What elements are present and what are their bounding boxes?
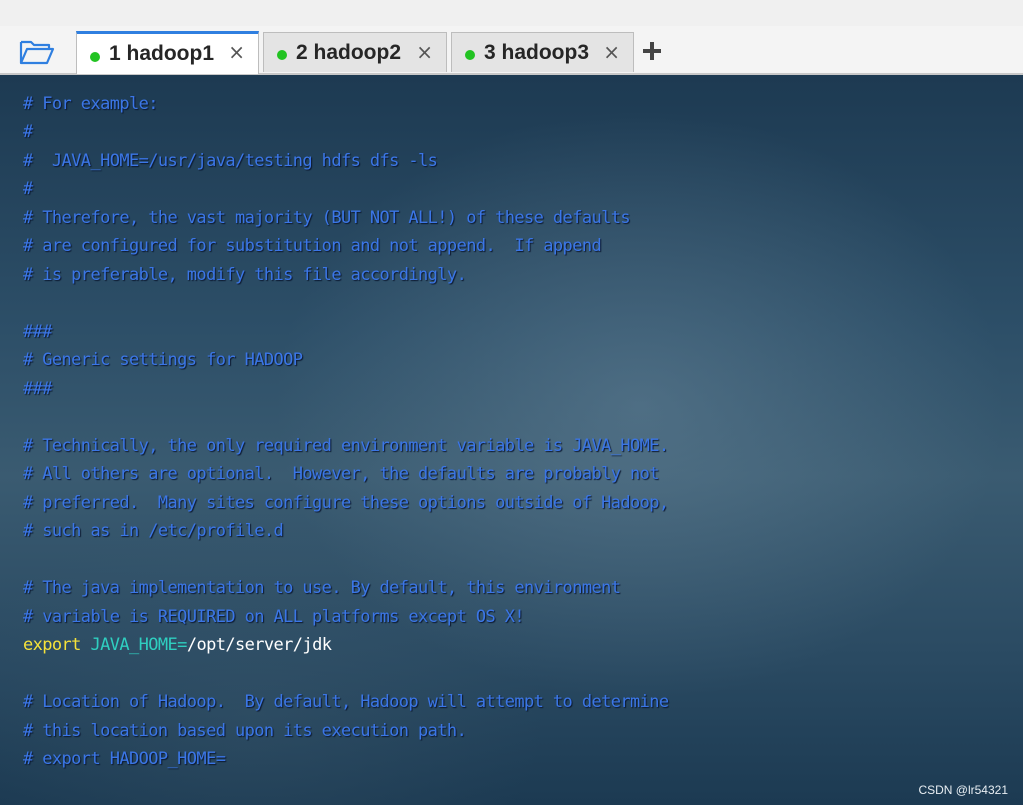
connected-status-icon xyxy=(277,50,287,60)
terminal-line: # such as in /etc/profile.d xyxy=(23,521,284,541)
tab-label: 2 hadoop2 xyxy=(296,40,402,64)
terminal-line: # export HADOOP_HOME= xyxy=(23,749,226,769)
watermark: CSDN @lr54321 xyxy=(918,783,1008,797)
close-icon[interactable]: × xyxy=(416,42,433,62)
tab-label: 1 hadoop1 xyxy=(109,42,215,65)
export-keyword: export xyxy=(23,635,81,655)
plus-icon[interactable] xyxy=(641,40,663,62)
export-java-home-line: export JAVA_HOME=/opt/server/jdk xyxy=(23,631,332,659)
session-tab-bar: 1 hadoop1 × 2 hadoop2 × 3 hadoop3 × xyxy=(0,26,1023,75)
terminal-line: # Location of Hadoop. By default, Hadoop… xyxy=(23,692,669,712)
terminal-line: # xyxy=(23,179,33,199)
close-icon[interactable]: × xyxy=(603,42,620,62)
terminal-line: # xyxy=(23,122,33,142)
terminal-line: # Generic settings for HADOOP xyxy=(23,350,303,370)
terminal-output[interactable]: # For example: # # JAVA_HOME=/usr/java/t… xyxy=(0,75,1023,805)
terminal-line: # Therefore, the vast majority (BUT NOT … xyxy=(23,208,631,228)
tab-hadoop3[interactable]: 3 hadoop3 × xyxy=(451,32,634,72)
terminal-line: # preferred. Many sites configure these … xyxy=(23,493,669,513)
terminal-line: # this location based upon its execution… xyxy=(23,721,467,741)
folder-open-icon[interactable] xyxy=(19,38,55,66)
window-top-strip xyxy=(0,0,1023,26)
tab-hadoop1[interactable]: 1 hadoop1 × xyxy=(76,31,259,74)
connected-status-icon xyxy=(90,51,100,62)
env-variable-value: /opt/server/jdk xyxy=(186,635,332,655)
terminal-line: # For example: xyxy=(23,94,158,114)
close-icon[interactable]: × xyxy=(228,42,245,62)
terminal-line: ### xyxy=(23,379,53,399)
terminal-line: ### xyxy=(23,322,53,342)
terminal-line: # are configured for substitution and no… xyxy=(23,236,602,256)
terminal-line: # All others are optional. However, the … xyxy=(23,464,660,484)
terminal-line: # The java implementation to use. By def… xyxy=(23,578,621,598)
tab-label: 3 hadoop3 xyxy=(484,40,590,64)
connected-status-icon xyxy=(465,50,475,60)
terminal-line: # JAVA_HOME=/usr/java/testing hdfs dfs -… xyxy=(23,151,438,171)
terminal-line: # Technically, the only required environ… xyxy=(23,436,669,456)
env-variable-name: JAVA_HOME= xyxy=(90,635,187,655)
terminal-line: # is preferable, modify this file accord… xyxy=(23,265,467,285)
tab-hadoop2[interactable]: 2 hadoop2 × xyxy=(263,32,447,72)
terminal-line: # variable is REQUIRED on ALL platforms … xyxy=(23,607,525,627)
